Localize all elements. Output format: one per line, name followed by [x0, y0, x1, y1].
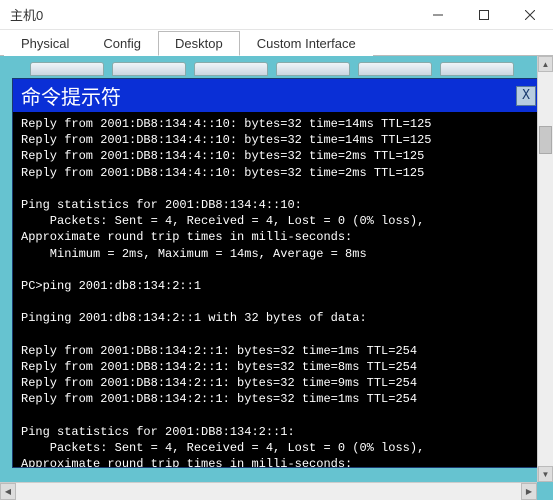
tab-bar: Physical Config Desktop Custom Interface: [0, 30, 553, 56]
scroll-right-button[interactable]: ▶: [521, 483, 537, 500]
command-prompt-title: 命令提示符: [21, 81, 516, 110]
window-titlebar: 主机0: [0, 0, 553, 30]
scroll-down-button[interactable]: ▼: [538, 466, 553, 482]
horizontal-scrollbar[interactable]: ◀ ▶: [0, 482, 537, 500]
window-title: 主机0: [10, 5, 43, 24]
hscroll-track[interactable]: [16, 483, 521, 500]
scroll-up-button[interactable]: ▲: [538, 56, 553, 72]
command-prompt-titlebar[interactable]: 命令提示符 X: [13, 79, 540, 112]
close-button[interactable]: [507, 0, 553, 29]
desktop-icons-row: [6, 62, 547, 76]
desktop-icon[interactable]: [358, 62, 432, 76]
scroll-left-button[interactable]: ◀: [0, 483, 16, 500]
tab-custom-interface[interactable]: Custom Interface: [240, 31, 373, 56]
command-prompt-window: 命令提示符 X Reply from 2001:DB8:134:4::10: b…: [12, 78, 541, 468]
scroll-thumb[interactable]: [539, 126, 552, 154]
desktop-icon[interactable]: [194, 62, 268, 76]
tab-desktop[interactable]: Desktop: [158, 31, 240, 56]
desktop-icon[interactable]: [276, 62, 350, 76]
vertical-scrollbar[interactable]: ▲ ▼: [537, 56, 553, 482]
command-prompt-close-button[interactable]: X: [516, 86, 536, 106]
maximize-button[interactable]: [461, 0, 507, 29]
desktop-icon[interactable]: [440, 62, 514, 76]
command-prompt-output[interactable]: Reply from 2001:DB8:134:4::10: bytes=32 …: [13, 112, 540, 467]
tab-config[interactable]: Config: [86, 31, 158, 56]
desktop-area: 命令提示符 X Reply from 2001:DB8:134:4::10: b…: [0, 56, 553, 500]
minimize-button[interactable]: [415, 0, 461, 29]
tab-physical[interactable]: Physical: [4, 31, 86, 56]
desktop-icon[interactable]: [112, 62, 186, 76]
desktop-icon[interactable]: [30, 62, 104, 76]
